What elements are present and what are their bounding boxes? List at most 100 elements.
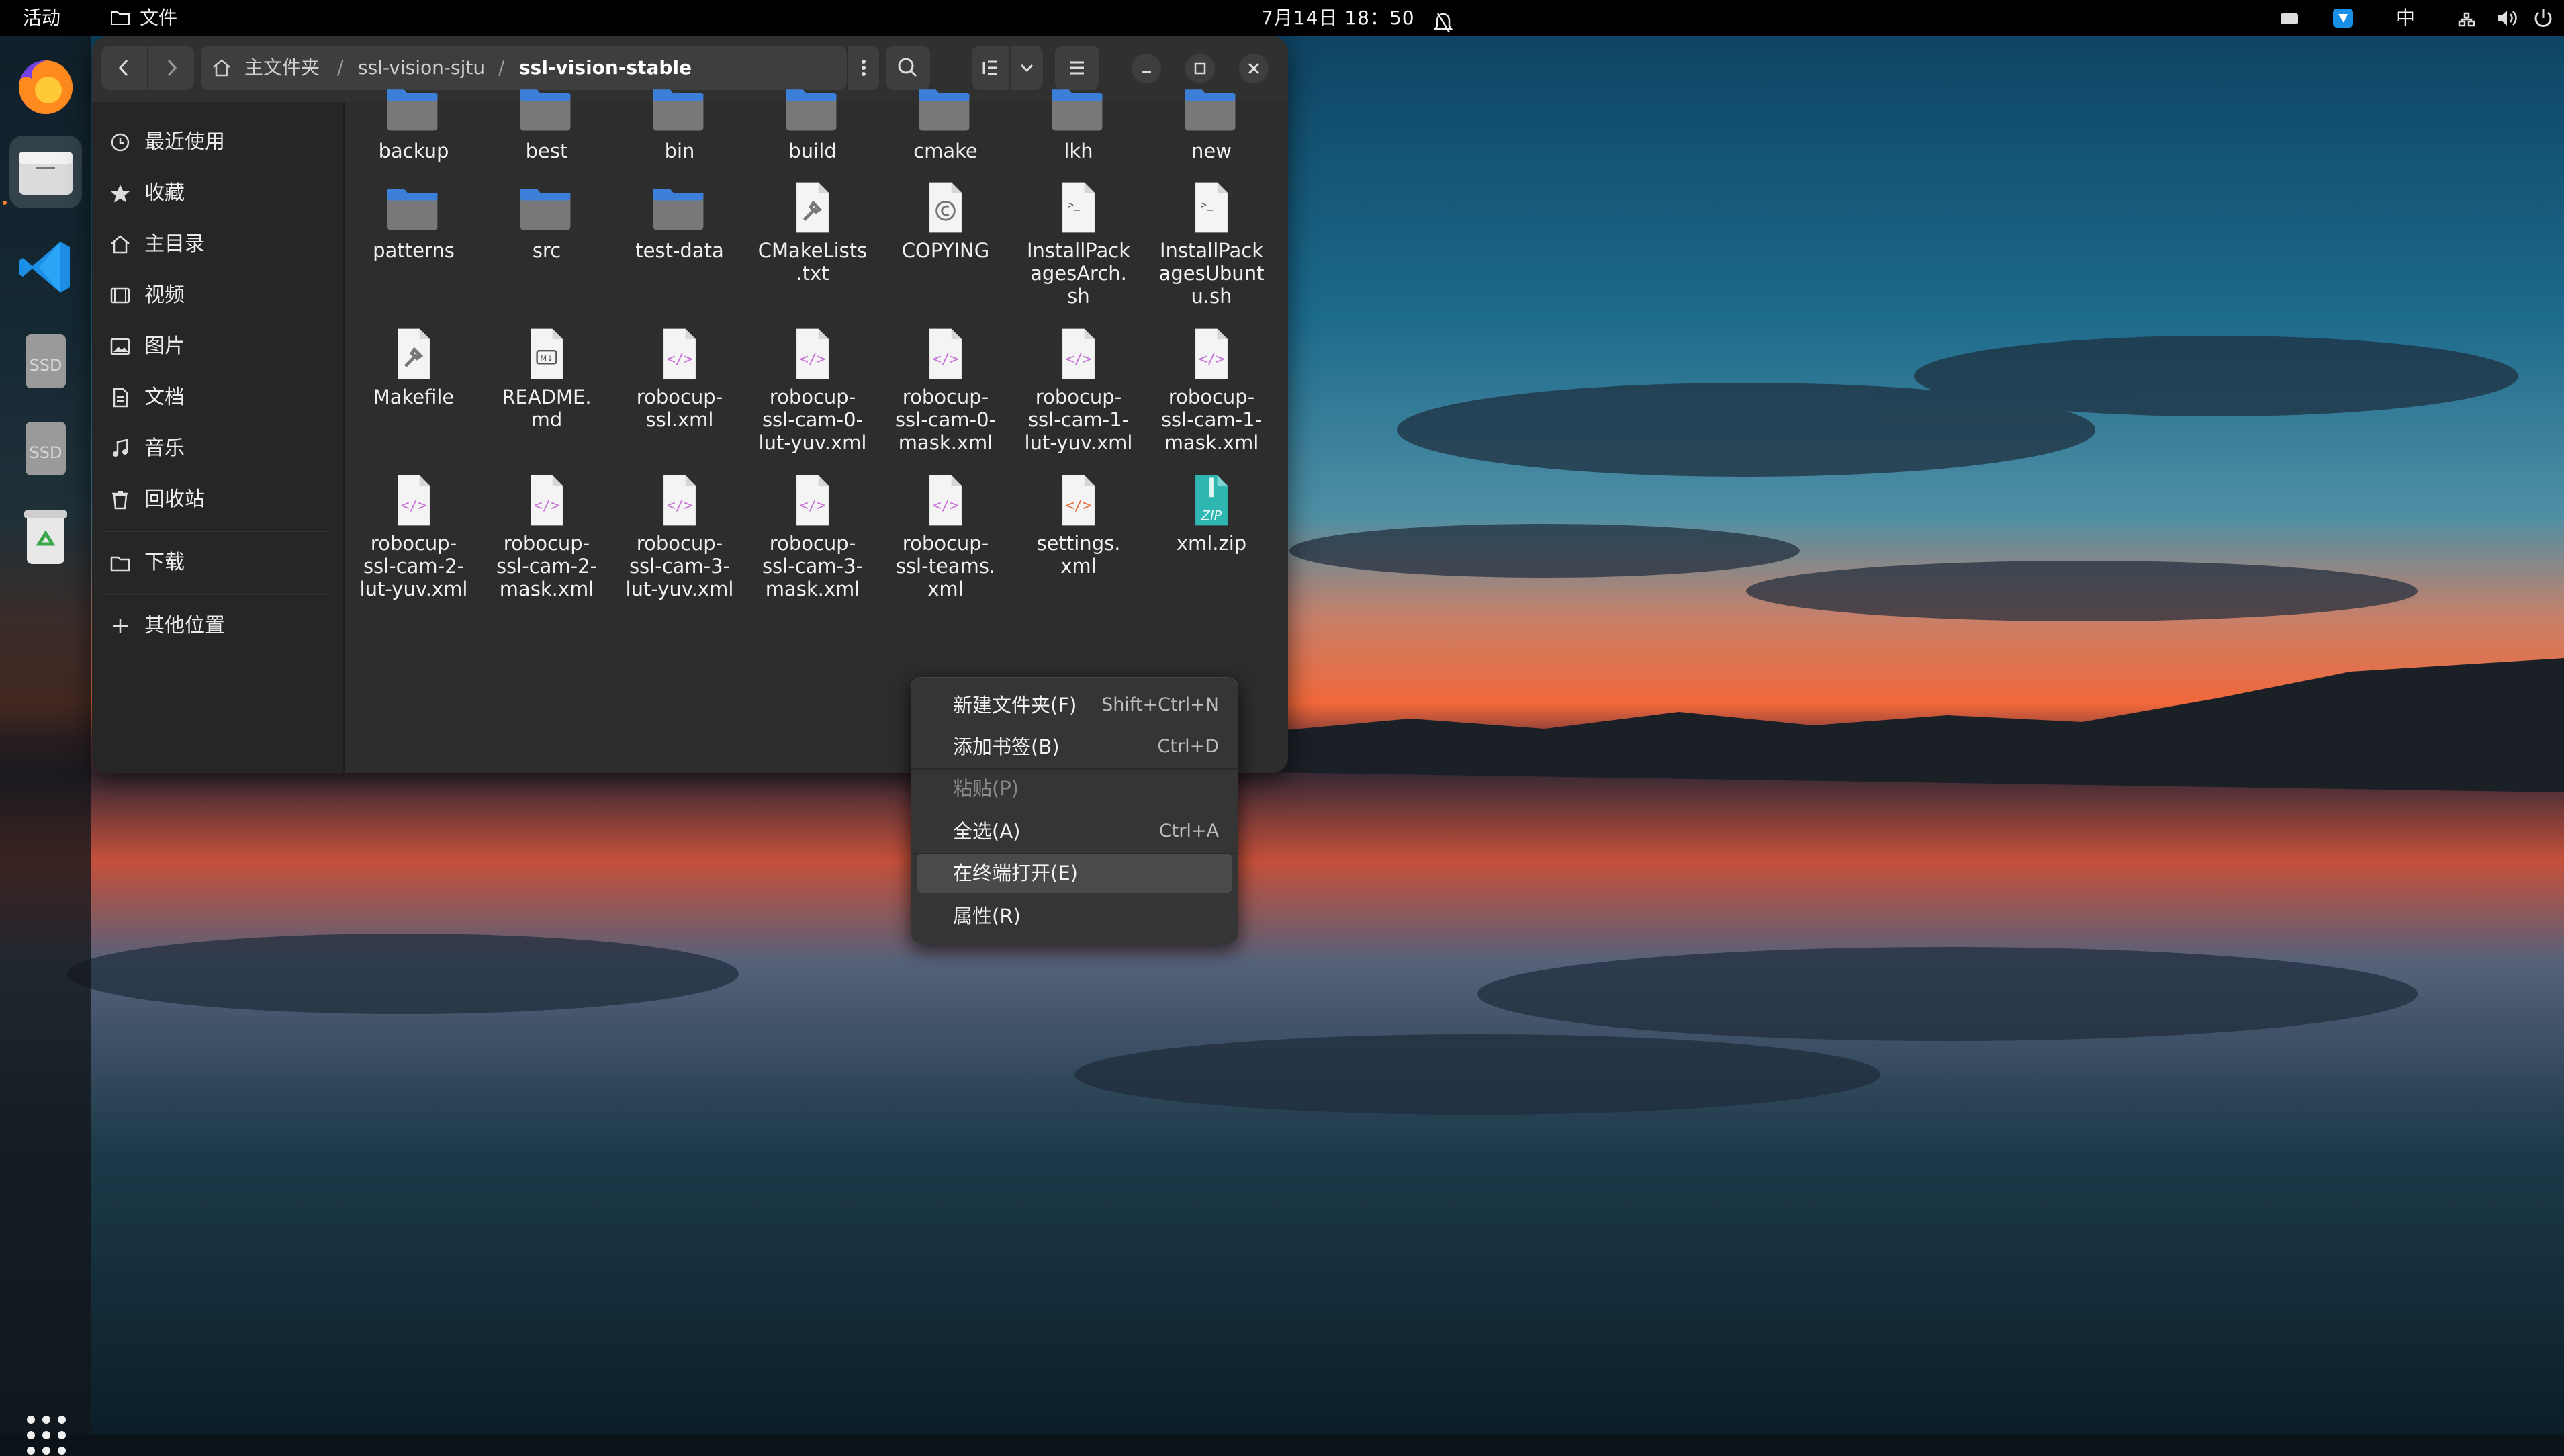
svg-text:</>: </> xyxy=(1066,496,1091,513)
svg-text:</>: </> xyxy=(667,350,692,367)
xml-alt-file-icon: </> xyxy=(1062,475,1095,526)
file-name: README. md xyxy=(502,385,592,431)
folder-file-icon xyxy=(387,89,438,131)
file-name: robocup- ssl.xml xyxy=(636,385,723,431)
app-menu-label: 文件 xyxy=(140,7,178,29)
sidebar-item-clock[interactable]: 最近使用 xyxy=(105,122,327,163)
app-menu[interactable]: 文件 xyxy=(107,0,177,36)
input-method-indicator[interactable]: 中 xyxy=(2396,0,2415,36)
xml-file-icon: </> xyxy=(1195,328,1228,379)
sidebar-item-plus[interactable]: 其他位置 xyxy=(105,606,327,646)
dock-trash[interactable] xyxy=(9,500,82,572)
activities-button[interactable]: 活动 xyxy=(23,0,60,36)
file-name: src xyxy=(532,239,561,262)
vertical-dots-icon xyxy=(862,60,866,76)
sidebar-item-label: 图片 xyxy=(144,334,185,358)
svg-text:</>: </> xyxy=(1066,350,1091,367)
power-icon[interactable] xyxy=(2532,8,2555,28)
keyboard-icon[interactable] xyxy=(2279,8,2299,28)
folder-icon xyxy=(110,556,130,572)
dock-firefox[interactable] xyxy=(9,51,82,124)
forward-button[interactable] xyxy=(148,46,194,90)
context-menu-item[interactable]: 全选(A) Ctrl+A xyxy=(917,812,1232,851)
file-grid[interactable]: backup best bin build cmake lkh new patterns src… xyxy=(345,89,1288,773)
file-name: robocup- ssl-teams. xml xyxy=(895,532,996,600)
folder-file-icon xyxy=(387,189,438,230)
document-icon xyxy=(113,388,128,408)
sidebar-item-label: 文档 xyxy=(144,385,185,409)
svg-text:</>: </> xyxy=(933,350,958,367)
sidebar-item-label: 最近使用 xyxy=(144,130,225,154)
sidebar-item-label: 回收站 xyxy=(144,488,205,511)
svg-text:</>: </> xyxy=(800,350,825,367)
sidebar-item-label: 音乐 xyxy=(144,437,185,460)
sidebar-item-document[interactable]: 文档 xyxy=(105,377,327,418)
breadcrumb-separator: / xyxy=(498,56,505,79)
back-button[interactable] xyxy=(101,46,147,90)
sidebar-item-label: 其他位置 xyxy=(144,614,225,637)
context-menu-label: 全选(A) xyxy=(953,820,1021,843)
show-apps-grid-icon[interactable] xyxy=(26,1414,67,1456)
file-name: build xyxy=(788,140,837,163)
view-list-button[interactable] xyxy=(972,46,1009,90)
volume-icon[interactable] xyxy=(2496,8,2518,28)
context-menu-shortcut: Shift+Ctrl+N xyxy=(1101,694,1219,715)
file-name: bin xyxy=(664,140,695,163)
folder-file-icon xyxy=(1052,89,1103,131)
sidebar-item-folder[interactable]: 下载 xyxy=(105,543,327,583)
xml-file-icon: </> xyxy=(796,475,829,526)
markdown-file-icon: M↓ xyxy=(531,328,563,379)
sidebar-divider xyxy=(105,531,327,532)
dock-ssd-drive-1[interactable]: SSD xyxy=(9,325,82,398)
network-icon[interactable] xyxy=(2455,8,2478,28)
trash-icon xyxy=(112,491,128,510)
svg-text:>_: >_ xyxy=(1201,199,1214,211)
close-button[interactable] xyxy=(1239,54,1269,83)
file-name: patterns xyxy=(373,239,455,262)
copyright-file-icon xyxy=(929,182,962,233)
sidebar-item-star[interactable]: 收藏 xyxy=(105,173,327,214)
file-name: CMakeLists .txt xyxy=(758,239,868,285)
notification-bell-icon[interactable] xyxy=(1433,5,1453,42)
dock-files[interactable] xyxy=(9,136,82,208)
file-name: Makefile xyxy=(373,385,455,408)
build-file-icon xyxy=(796,182,829,233)
context-menu-item[interactable]: 属性(R) xyxy=(917,897,1232,936)
home-icon xyxy=(111,235,130,254)
sidebar-item-label: 收藏 xyxy=(144,181,185,205)
minimize-button[interactable] xyxy=(1132,54,1161,83)
vscode-icon xyxy=(19,242,70,293)
close-icon xyxy=(1248,62,1260,75)
file-name: lkh xyxy=(1064,140,1093,163)
file-name: robocup- ssl-cam-3- lut-yuv.xml xyxy=(625,532,734,600)
context-menu-item[interactable]: 在终端打开(E) xyxy=(917,854,1232,893)
path-menu-button[interactable] xyxy=(847,46,879,90)
file-name: cmake xyxy=(913,140,978,163)
context-menu-item: 粘贴(P) xyxy=(917,769,1232,808)
clock[interactable]: 7月14日 18：50 xyxy=(1261,0,1415,36)
file-name: robocup- ssl-cam-1- mask.xml xyxy=(1160,385,1263,454)
folder-file-icon xyxy=(919,89,970,131)
script-file-icon: >_ xyxy=(1062,182,1095,233)
sidebar-item-music[interactable]: 音乐 xyxy=(105,428,327,469)
context-menu-item[interactable]: 新建文件夹(F) Shift+Ctrl+N xyxy=(917,686,1232,725)
svg-text:ZIP: ZIP xyxy=(1201,508,1222,524)
context-menu-item[interactable]: 添加书签(B) Ctrl+D xyxy=(917,727,1232,766)
view-options-button[interactable] xyxy=(1011,46,1043,90)
svg-text:</>: </> xyxy=(933,496,958,513)
breadcrumb-home[interactable]: 主文件夹 xyxy=(244,46,320,90)
plus-icon xyxy=(113,619,128,633)
app-tray-icon[interactable] xyxy=(2332,8,2354,28)
chevron-right-icon xyxy=(167,59,177,77)
svg-text:</>: </> xyxy=(534,496,559,513)
sidebar-item-home[interactable]: 主目录 xyxy=(105,224,327,265)
dock-vscode[interactable] xyxy=(9,231,82,304)
sidebar-item-label: 下载 xyxy=(144,551,185,574)
sidebar-item-image[interactable]: 图片 xyxy=(105,326,327,367)
home-icon xyxy=(213,59,230,77)
dock-ssd-drive-2[interactable]: SSD xyxy=(9,412,82,485)
folder-file-icon xyxy=(786,89,837,131)
xml-file-icon: </> xyxy=(398,475,430,526)
sidebar-item-video[interactable]: 视频 xyxy=(105,275,327,316)
sidebar-item-trash[interactable]: 回收站 xyxy=(105,480,327,520)
